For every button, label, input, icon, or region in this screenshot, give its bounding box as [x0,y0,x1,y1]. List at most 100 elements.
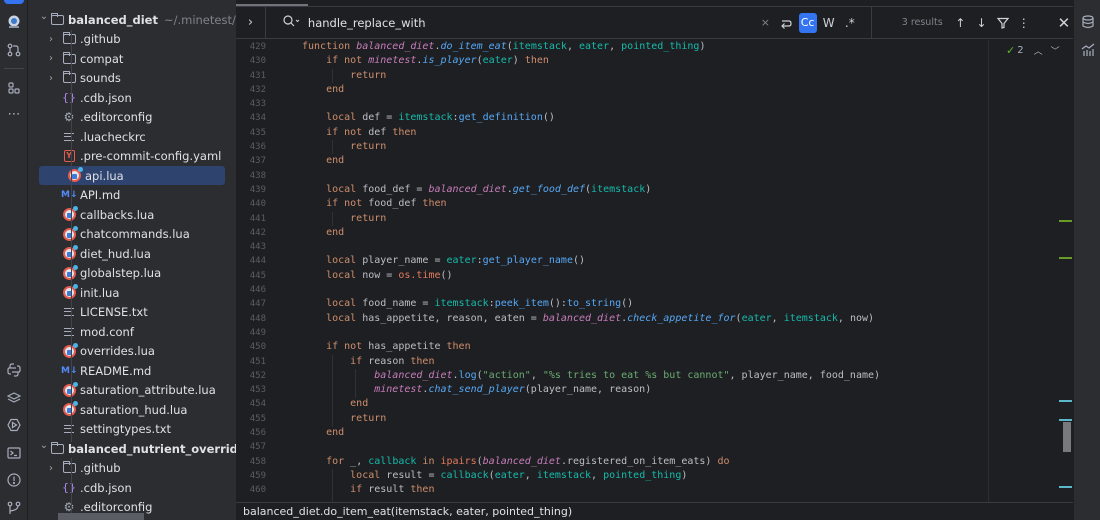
project-horizontal-scrollbar[interactable] [58,513,144,520]
line-number[interactable]: 435 [236,126,282,140]
line-number[interactable]: 432 [236,83,282,97]
change-marker[interactable] [1059,220,1072,222]
code-line[interactable]: local now = os.time() [302,269,992,283]
line-number[interactable]: 448 [236,312,282,326]
plugin-icon[interactable] [4,12,24,32]
code-line[interactable]: return [302,212,992,226]
code-line[interactable]: end [302,83,992,97]
chevron-right-icon[interactable]: › [45,73,57,84]
tree-item[interactable]: M↓ API.md [28,186,228,205]
breadcrumb[interactable]: balanced_diet.do_item_eat(itemstack, eat… [236,502,1073,520]
search-input[interactable] [307,15,689,30]
code-line[interactable]: balanced_diet.log("action", "%s tries to… [302,369,992,383]
filter-icon[interactable] [994,13,1012,33]
tree-item[interactable]: › compat [28,49,228,68]
code-line[interactable] [302,440,992,454]
tree-item[interactable]: › .github [28,459,228,478]
code-line[interactable]: for _, callback in ipairs(balanced_diet.… [302,455,992,469]
search-marker[interactable] [1059,419,1072,421]
code-line[interactable]: if not has_appetite then [302,340,992,354]
inspection-widget[interactable]: ✓ 2 ︿ ﹀ [1006,44,1060,57]
chevron-right-icon[interactable]: › [45,53,57,64]
python-icon[interactable] [4,360,24,380]
whole-words-toggle[interactable]: W [820,13,838,33]
code-line[interactable]: return [302,412,992,426]
line-number[interactable]: 437 [236,154,282,168]
code-line[interactable] [302,169,992,183]
code-line[interactable]: end [302,154,992,168]
code-line[interactable]: if not minetest.is_player(eater) then [302,54,992,68]
line-number[interactable]: 429 [236,40,282,54]
line-number[interactable]: 456 [236,426,282,440]
search-history-icon[interactable] [282,14,302,32]
tree-item[interactable]: {} .cdb.json [28,88,228,107]
regex-toggle[interactable]: .* [841,13,859,33]
tree-root-folder[interactable]: ⌄balanced_nutrient_overrides~/. [28,439,236,458]
code-line[interactable]: local food_def = balanced_diet.get_food_… [302,183,992,197]
search-marker[interactable] [1059,400,1072,402]
tree-item[interactable]: mod.conf [28,322,228,341]
line-number[interactable]: 436 [236,140,282,154]
tree-item[interactable]: .luacheckrc [28,127,228,146]
line-number[interactable]: 447 [236,297,282,311]
change-marker[interactable] [1059,257,1072,259]
problems-icon[interactable] [4,470,24,490]
expand-replace-button[interactable]: › [236,6,266,39]
line-number[interactable]: 459 [236,469,282,483]
tree-item[interactable]: › .github [28,30,228,49]
line-number[interactable]: 445 [236,269,282,283]
tree-item[interactable]: overrides.lua [28,342,228,361]
tree-item[interactable]: callbacks.lua [28,205,228,224]
code-line[interactable] [302,326,992,340]
tree-item[interactable]: diet_hud.lua [28,244,228,263]
line-number[interactable]: 458 [236,455,282,469]
chevron-down-icon[interactable]: ⌄ [38,11,50,22]
tree-item[interactable]: LICENSE.txt [28,303,228,322]
more-options-icon[interactable]: ⋮ [1015,13,1033,33]
line-number[interactable]: 439 [236,183,282,197]
code-line[interactable] [302,240,992,254]
code-line[interactable]: if not def then [302,126,992,140]
line-number[interactable]: 443 [236,240,282,254]
code-line[interactable]: local has_appetite, reason, eaten = bala… [302,312,992,326]
line-number[interactable]: 430 [236,54,282,68]
code-line[interactable]: minetest.chat_send_player(player_name, r… [302,383,992,397]
code-line[interactable]: return [302,140,992,154]
code-line[interactable]: end [302,426,992,440]
line-number[interactable]: 440 [236,197,282,211]
profiler-icon[interactable] [1078,40,1098,60]
tree-item[interactable]: chatcommands.lua [28,225,228,244]
tree-item[interactable]: ⚙ .editorconfig [28,108,228,127]
code-area[interactable]: function balanced_diet.do_item_eat(items… [302,40,992,498]
tree-item[interactable]: › sounds [28,69,228,88]
previous-occurrence-icon[interactable]: ↑ [951,13,969,33]
code-line[interactable]: local food_name = itemstack:peek_item():… [302,297,992,311]
code-line[interactable]: return [302,69,992,83]
layers-icon[interactable] [4,388,24,408]
chevron-right-icon[interactable]: › [45,463,57,474]
close-find-icon[interactable]: ✕ [1055,13,1073,33]
line-number[interactable]: 457 [236,440,282,454]
search-marker[interactable] [1059,486,1072,488]
editor-scrollbar[interactable] [1063,422,1071,452]
code-line[interactable] [302,283,992,297]
tree-item[interactable]: api.lua [39,166,225,185]
database-icon[interactable] [1078,12,1098,32]
line-number[interactable]: 451 [236,355,282,369]
terminal-icon[interactable] [4,443,24,463]
tree-item[interactable]: settingtypes.txt [28,420,228,439]
tree-item[interactable]: globalstep.lua [28,264,228,283]
line-number[interactable]: 431 [236,69,282,83]
line-number[interactable]: 446 [236,283,282,297]
tree-root-folder[interactable]: ⌄ balanced_diet ~/.minetest/mods [28,10,236,29]
match-case-toggle[interactable]: Cc [798,12,817,33]
tree-item[interactable]: init.lua [28,283,228,302]
code-line[interactable]: local def = itemstack:get_definition() [302,111,992,125]
code-line[interactable] [302,97,992,111]
run-icon[interactable] [4,415,24,435]
code-line[interactable]: local result = callback(eater, itemstack… [302,469,992,483]
code-line[interactable]: end [302,226,992,240]
more-icon[interactable]: ⋯ [4,104,24,124]
structure-icon[interactable] [4,78,24,98]
clear-search-icon[interactable]: × [756,13,774,33]
